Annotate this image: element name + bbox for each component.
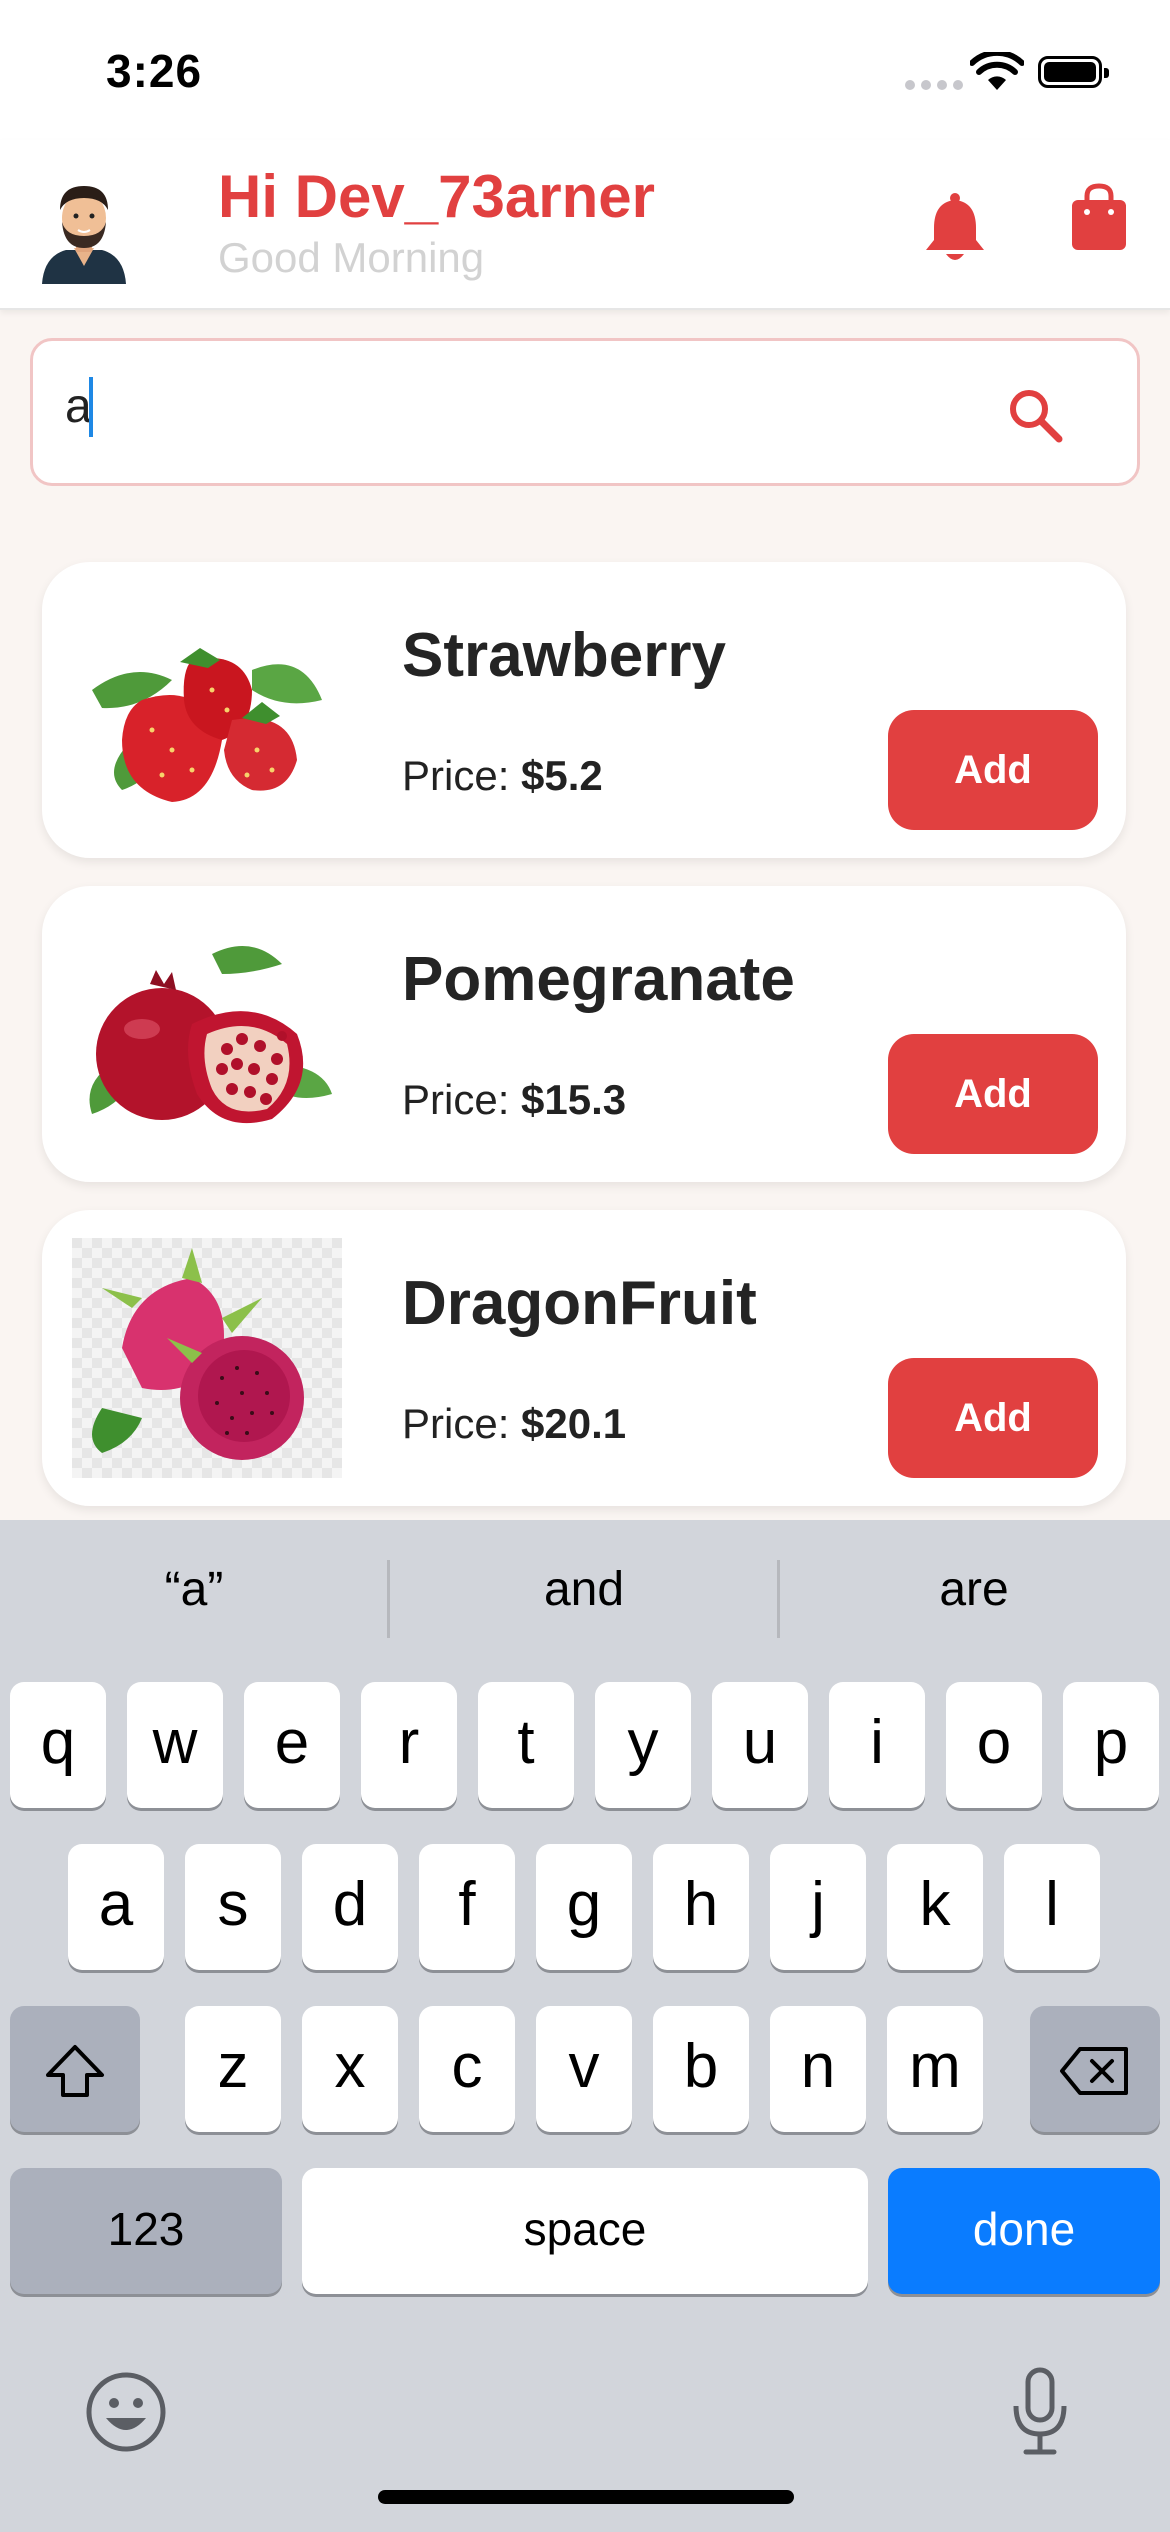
key-v[interactable]: v	[536, 2006, 632, 2132]
pomegranate-image	[89, 946, 332, 1124]
add-button[interactable]: Add	[888, 710, 1098, 830]
key-b[interactable]: b	[653, 2006, 749, 2132]
bell-icon[interactable]	[922, 192, 988, 264]
product-name: Pomegranate	[402, 945, 795, 1014]
product-price: Price: $5.2	[402, 752, 603, 800]
key-j[interactable]: j	[770, 1844, 866, 1970]
shopping-bag-icon[interactable]	[1068, 182, 1130, 252]
emoji-icon[interactable]	[84, 2370, 168, 2454]
suggestion-bar: “a” and are	[0, 1542, 1170, 1638]
home-indicator[interactable]	[378, 2490, 794, 2504]
key-w[interactable]: w	[127, 1682, 223, 1808]
search-input[interactable]	[65, 379, 865, 434]
product-price: Price: $15.3	[402, 1076, 626, 1124]
shift-icon	[46, 2044, 104, 2097]
key-o[interactable]: o	[946, 1682, 1042, 1808]
microphone-icon[interactable]	[1010, 2366, 1070, 2458]
price-value: $15.3	[521, 1076, 627, 1123]
avatar[interactable]	[36, 174, 132, 284]
key-x[interactable]: x	[302, 2006, 398, 2132]
key-z[interactable]: z	[185, 2006, 281, 2132]
key-k[interactable]: k	[887, 1844, 983, 1970]
key-c[interactable]: c	[419, 2006, 515, 2132]
backspace-key[interactable]	[1030, 2006, 1160, 2132]
done-key[interactable]: done	[888, 2168, 1160, 2294]
strawberry-image	[92, 648, 322, 802]
product-price: Price: $20.1	[402, 1400, 626, 1448]
onscreen-keyboard: “a” and are q w e r t y u i o p a s d f …	[0, 1520, 1170, 2532]
price-label: Price:	[402, 1076, 522, 1123]
status-time: 3:26	[106, 45, 203, 97]
backspace-icon	[1060, 2046, 1128, 2095]
price-value: $20.1	[521, 1400, 627, 1447]
product-card[interactable]: Strawberry Price: $5.2 Add	[42, 562, 1126, 858]
greeting-title: Hi Dev_73arner	[218, 163, 655, 230]
key-s[interactable]: s	[185, 1844, 281, 1970]
dragonfruit-image	[72, 1238, 342, 1478]
suggestion-item[interactable]: “a”	[0, 1542, 388, 1638]
key-i[interactable]: i	[829, 1682, 925, 1808]
wifi-icon	[970, 52, 1024, 90]
key-l[interactable]: l	[1004, 1844, 1100, 1970]
product-card[interactable]: Pomegranate Price: $15.3 Add	[42, 886, 1126, 1182]
add-button[interactable]: Add	[888, 1358, 1098, 1478]
numbers-key[interactable]: 123	[10, 2168, 282, 2294]
search-bar[interactable]	[30, 338, 1140, 486]
space-key[interactable]: space	[302, 2168, 868, 2294]
status-bar: 3:26	[0, 0, 1170, 140]
app-header: Hi Dev_73arner Good Morning	[0, 140, 1170, 310]
key-e[interactable]: e	[244, 1682, 340, 1808]
key-h[interactable]: h	[653, 1844, 749, 1970]
price-value: $5.2	[521, 752, 603, 799]
key-p[interactable]: p	[1063, 1682, 1159, 1808]
search-icon[interactable]	[1005, 385, 1065, 445]
price-label: Price:	[402, 1400, 522, 1447]
key-t[interactable]: t	[478, 1682, 574, 1808]
key-y[interactable]: y	[595, 1682, 691, 1808]
key-a[interactable]: a	[68, 1844, 164, 1970]
suggestion-item[interactable]: and	[390, 1542, 778, 1638]
greeting-subtitle: Good Morning	[218, 234, 485, 281]
suggestion-item[interactable]: are	[780, 1542, 1168, 1638]
price-label: Price:	[402, 752, 522, 799]
product-name: Strawberry	[402, 621, 726, 690]
shift-key[interactable]	[10, 2006, 140, 2132]
cellular-signal-icon	[905, 80, 963, 90]
key-u[interactable]: u	[712, 1682, 808, 1808]
key-m[interactable]: m	[887, 2006, 983, 2132]
product-name: DragonFruit	[402, 1269, 757, 1338]
key-q[interactable]: q	[10, 1682, 106, 1808]
key-n[interactable]: n	[770, 2006, 866, 2132]
battery-icon	[1038, 56, 1109, 88]
key-g[interactable]: g	[536, 1844, 632, 1970]
key-r[interactable]: r	[361, 1682, 457, 1808]
key-d[interactable]: d	[302, 1844, 398, 1970]
product-card[interactable]: DragonFruit Price: $20.1 Add	[42, 1210, 1126, 1506]
key-f[interactable]: f	[419, 1844, 515, 1970]
add-button[interactable]: Add	[888, 1034, 1098, 1154]
text-cursor	[89, 377, 93, 437]
